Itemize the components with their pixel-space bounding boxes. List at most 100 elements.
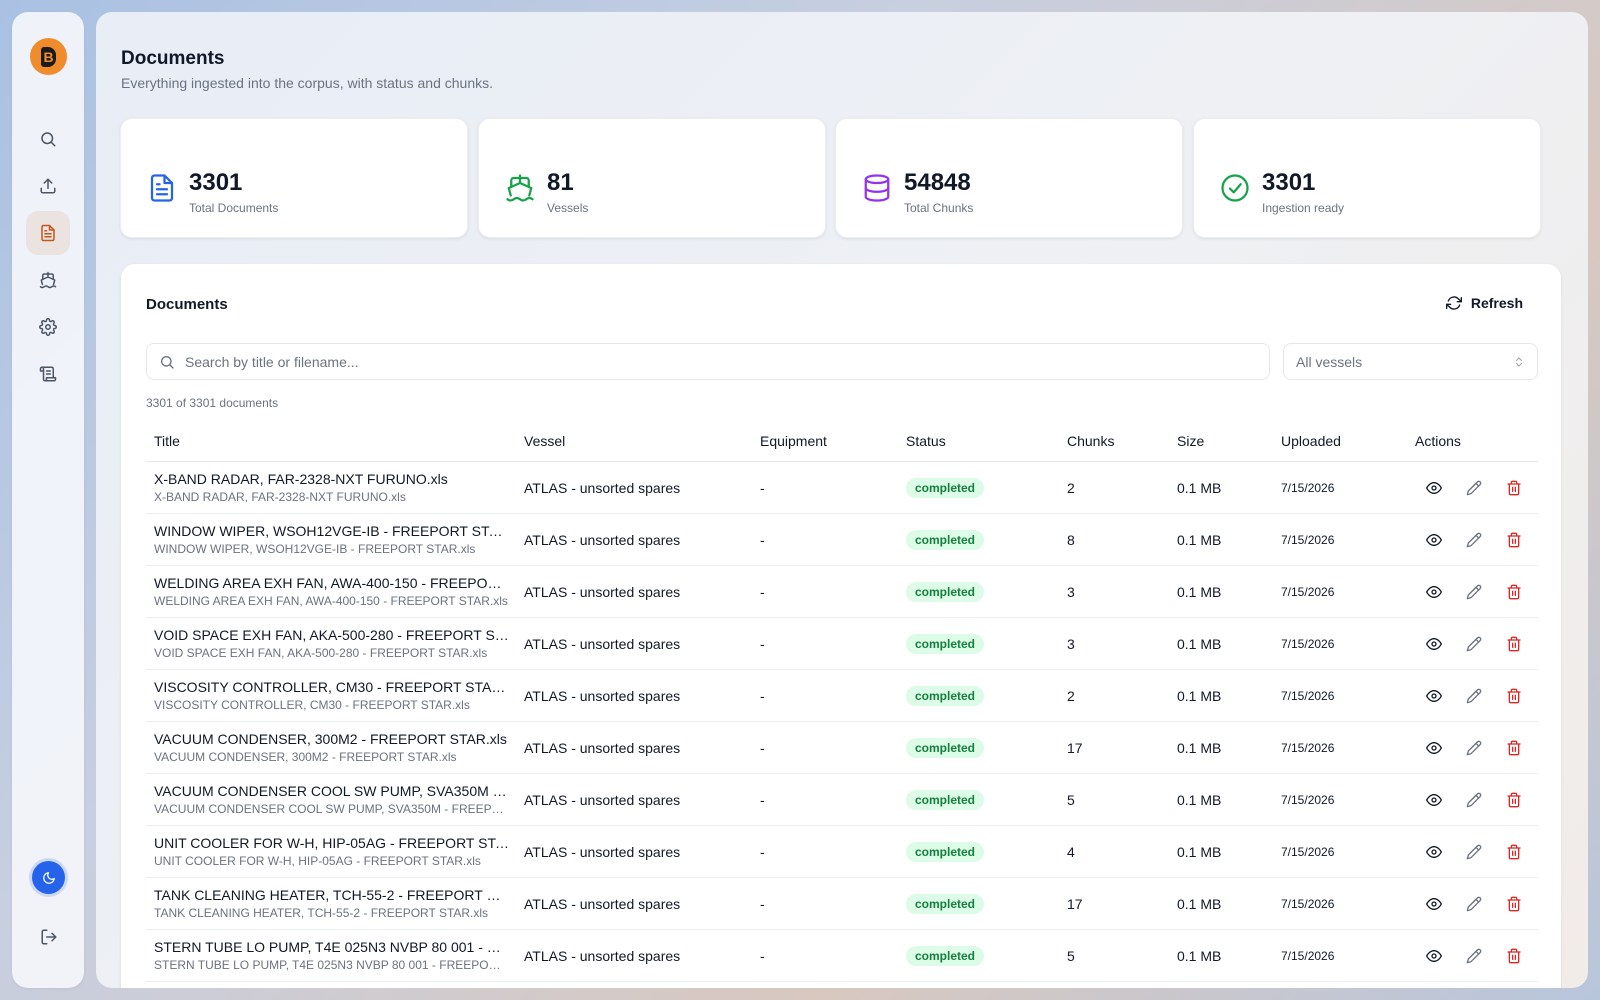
nav-vessels[interactable]	[26, 258, 70, 302]
vessel-cell: ATLAS - unsorted spares	[524, 895, 681, 912]
view-button[interactable]	[1425, 739, 1443, 757]
chunks-cell: 2	[1067, 687, 1075, 704]
column-header-status[interactable]: Status	[898, 433, 1059, 449]
equipment-cell: -	[760, 739, 765, 756]
edit-button[interactable]	[1465, 895, 1483, 913]
edit-button[interactable]	[1465, 843, 1483, 861]
nav-logs[interactable]	[26, 352, 70, 396]
table-row[interactable]: STERN TUBE LO PUMP, T4E 025N3 NVBP 80 00…	[146, 930, 1538, 982]
edit-button[interactable]	[1465, 687, 1483, 705]
document-title[interactable]: VOID SPACE EXH FAN, AKA-500-280 - FREEPO…	[154, 627, 509, 643]
document-filename: WELDING AREA EXH FAN, AWA-400-150 - FREE…	[154, 594, 508, 608]
document-title[interactable]: VACUUM CONDENSER, 300M2 - FREEPORT STAR.…	[154, 731, 509, 747]
edit-button[interactable]	[1465, 947, 1483, 965]
actions-cell	[1407, 947, 1538, 965]
documents-table: Title Vessel Equipment Status Chunks Siz…	[146, 420, 1538, 982]
delete-button[interactable]	[1505, 479, 1523, 497]
eye-icon	[1426, 481, 1442, 494]
chunks-cell: 3	[1067, 583, 1075, 600]
chunks-cell: 4	[1067, 843, 1075, 860]
delete-button[interactable]	[1505, 531, 1523, 549]
stat-label: Total Chunks	[904, 201, 974, 215]
vessel-filter-select[interactable]: All vessels	[1283, 343, 1538, 380]
size-cell: 0.1 MB	[1177, 531, 1222, 548]
upload-icon	[40, 178, 56, 194]
edit-button[interactable]	[1465, 635, 1483, 653]
table-row[interactable]: VACUUM CONDENSER COOL SW PUMP, SVA350M -…	[146, 774, 1538, 826]
trash-icon	[1507, 844, 1521, 859]
document-title[interactable]: VACUUM CONDENSER COOL SW PUMP, SVA350M -…	[154, 783, 509, 799]
document-title[interactable]: X-BAND RADAR, FAR-2328-NXT FURUNO.xls	[154, 471, 509, 487]
column-header-uploaded[interactable]: Uploaded	[1273, 433, 1407, 449]
nav-settings[interactable]	[26, 305, 70, 349]
view-button[interactable]	[1425, 635, 1443, 653]
edit-button[interactable]	[1465, 583, 1483, 601]
column-header-title[interactable]: Title	[146, 433, 516, 449]
pencil-icon	[1466, 688, 1482, 703]
document-title[interactable]: STERN TUBE LO PUMP, T4E 025N3 NVBP 80 00…	[154, 939, 509, 955]
refresh-button[interactable]: Refresh	[1432, 288, 1537, 318]
view-button[interactable]	[1425, 791, 1443, 809]
vessel-filter-value: All vessels	[1296, 353, 1363, 370]
title-cell: VACUUM CONDENSER COOL SW PUMP, SVA350M -…	[146, 783, 516, 816]
view-button[interactable]	[1425, 843, 1443, 861]
view-button[interactable]	[1425, 531, 1443, 549]
vessel-cell: ATLAS - unsorted spares	[524, 687, 681, 704]
edit-button[interactable]	[1465, 531, 1483, 549]
theme-toggle-button[interactable]	[32, 861, 65, 894]
status-badge: completed	[906, 477, 985, 498]
document-title[interactable]: UNIT COOLER FOR W-H, HIP-05AG - FREEPORT…	[154, 835, 509, 851]
column-header-chunks[interactable]: Chunks	[1059, 433, 1169, 449]
table-row[interactable]: VACUUM CONDENSER, 300M2 - FREEPORT STAR.…	[146, 722, 1538, 774]
nav-search[interactable]	[26, 117, 70, 161]
size-cell: 0.1 MB	[1177, 583, 1222, 600]
equipment-cell: -	[760, 531, 765, 548]
trash-icon	[1507, 636, 1521, 651]
table-row[interactable]: TANK CLEANING HEATER, TCH-55-2 - FREEPOR…	[146, 878, 1538, 930]
nav-upload[interactable]	[26, 164, 70, 208]
table-row[interactable]: WELDING AREA EXH FAN, AWA-400-150 - FREE…	[146, 566, 1538, 618]
edit-button[interactable]	[1465, 479, 1483, 497]
delete-button[interactable]	[1505, 739, 1523, 757]
delete-button[interactable]	[1505, 895, 1523, 913]
actions-cell	[1407, 687, 1538, 705]
view-button[interactable]	[1425, 479, 1443, 497]
logout-button[interactable]	[38, 926, 60, 948]
view-button[interactable]	[1425, 583, 1443, 601]
edit-button[interactable]	[1465, 739, 1483, 757]
column-header-size[interactable]: Size	[1169, 433, 1273, 449]
table-body: X-BAND RADAR, FAR-2328-NXT FURUNO.xls X-…	[146, 462, 1538, 982]
document-title[interactable]: VISCOSITY CONTROLLER, CM30 - FREEPORT ST…	[154, 679, 509, 695]
table-header: Title Vessel Equipment Status Chunks Siz…	[146, 420, 1538, 462]
edit-button[interactable]	[1465, 791, 1483, 809]
delete-button[interactable]	[1505, 791, 1523, 809]
vessel-cell: ATLAS - unsorted spares	[524, 739, 681, 756]
table-row[interactable]: UNIT COOLER FOR W-H, HIP-05AG - FREEPORT…	[146, 826, 1538, 878]
view-button[interactable]	[1425, 947, 1443, 965]
document-title[interactable]: TANK CLEANING HEATER, TCH-55-2 - FREEPOR…	[154, 887, 509, 903]
table-row[interactable]: VOID SPACE EXH FAN, AKA-500-280 - FREEPO…	[146, 618, 1538, 670]
moon-icon	[42, 871, 55, 884]
view-button[interactable]	[1425, 687, 1443, 705]
status-badge: completed	[906, 581, 985, 602]
document-title[interactable]: WINDOW WIPER, WSOH12VGE-IB - FREEPORT ST…	[154, 523, 509, 539]
nav-documents[interactable]	[26, 211, 70, 255]
column-header-vessel[interactable]: Vessel	[516, 433, 752, 449]
view-button[interactable]	[1425, 895, 1443, 913]
delete-button[interactable]	[1505, 583, 1523, 601]
delete-button[interactable]	[1505, 687, 1523, 705]
column-header-equipment[interactable]: Equipment	[752, 433, 898, 449]
table-row[interactable]: WINDOW WIPER, WSOH12VGE-IB - FREEPORT ST…	[146, 514, 1538, 566]
eye-icon	[1426, 949, 1442, 962]
stat-value: 81	[547, 169, 574, 196]
delete-button[interactable]	[1505, 947, 1523, 965]
document-title[interactable]: WELDING AREA EXH FAN, AWA-400-150 - FREE…	[154, 575, 509, 591]
table-row[interactable]: X-BAND RADAR, FAR-2328-NXT FURUNO.xls X-…	[146, 462, 1538, 514]
delete-button[interactable]	[1505, 635, 1523, 653]
title-cell: TANK CLEANING HEATER, TCH-55-2 - FREEPOR…	[146, 887, 516, 920]
search-input[interactable]	[185, 353, 1269, 370]
delete-button[interactable]	[1505, 843, 1523, 861]
table-row[interactable]: VISCOSITY CONTROLLER, CM30 - FREEPORT ST…	[146, 670, 1538, 722]
app-logo[interactable]: B	[30, 38, 67, 75]
stat-value: 3301	[189, 169, 243, 196]
